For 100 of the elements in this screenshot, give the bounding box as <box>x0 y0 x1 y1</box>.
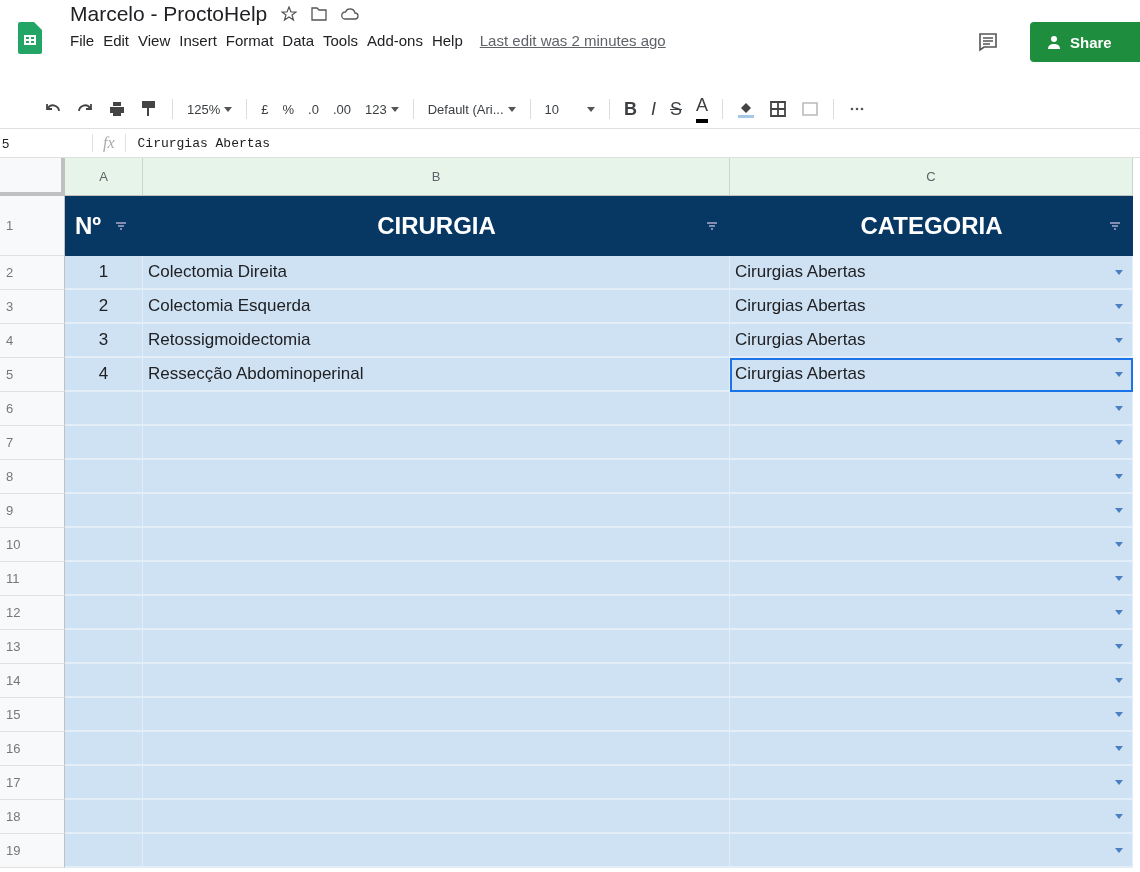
fill-color-icon[interactable] <box>737 100 756 118</box>
dropdown-caret-icon[interactable] <box>1114 304 1124 310</box>
star-icon[interactable] <box>281 6 298 22</box>
column-header[interactable]: B <box>143 158 730 196</box>
dropdown-cell[interactable] <box>730 664 1133 698</box>
dropdown-cell[interactable] <box>730 494 1133 528</box>
row-header[interactable]: 14 <box>0 664 65 698</box>
dropdown-cell[interactable] <box>730 800 1133 834</box>
dropdown-cell[interactable] <box>730 596 1133 630</box>
currency-button[interactable]: £ <box>261 101 269 117</box>
filter-icon[interactable] <box>706 220 718 232</box>
dropdown-caret-icon[interactable] <box>1114 678 1124 684</box>
row-header[interactable]: 11 <box>0 562 65 596</box>
font-dropdown[interactable]: Default (Ari... <box>427 101 516 117</box>
row-header[interactable]: 12 <box>0 596 65 630</box>
document-title[interactable]: Marcelo - ProctoHelp <box>70 2 268 26</box>
column-header[interactable]: C <box>730 158 1133 196</box>
cloud-icon[interactable] <box>341 7 360 21</box>
merge-cells-icon[interactable] <box>801 100 820 118</box>
menu-item[interactable]: Insert <box>179 32 217 49</box>
dropdown-cell[interactable]: Cirurgias Abertas <box>730 256 1133 290</box>
row-header[interactable]: 6 <box>0 392 65 426</box>
zoom-dropdown[interactable]: 125% <box>187 101 233 117</box>
column-header[interactable]: A <box>65 158 143 196</box>
dropdown-caret-icon[interactable] <box>1114 814 1124 820</box>
dropdown-caret-icon[interactable] <box>1114 746 1124 752</box>
formula-input[interactable]: Cirurgias Abertas <box>135 134 640 152</box>
row-header[interactable]: 9 <box>0 494 65 528</box>
paint-format-icon[interactable] <box>140 100 158 118</box>
row-header[interactable]: 3 <box>0 290 65 324</box>
percent-button[interactable]: % <box>282 101 295 117</box>
increase-decimal-button[interactable]: .00 <box>332 101 351 117</box>
decrease-decimal-button[interactable]: .0 <box>308 101 319 117</box>
menu-item[interactable]: Format <box>225 32 274 49</box>
row-header[interactable]: 5 <box>0 358 65 392</box>
row-header[interactable]: 7 <box>0 426 65 460</box>
dropdown-cell[interactable]: Cirurgias Abertas <box>730 324 1133 358</box>
row-header[interactable]: 8 <box>0 460 65 494</box>
dropdown-cell[interactable] <box>730 834 1133 868</box>
select-all-corner[interactable] <box>0 158 65 196</box>
dropdown-caret-icon[interactable] <box>1114 338 1124 344</box>
filter-icon[interactable] <box>115 220 128 232</box>
comment-icon[interactable] <box>978 32 998 52</box>
menu-item[interactable]: Edit <box>103 32 130 49</box>
dropdown-caret-icon[interactable] <box>1114 712 1124 718</box>
dropdown-cell[interactable] <box>730 698 1133 732</box>
dropdown-cell[interactable] <box>730 732 1133 766</box>
row-header[interactable]: 10 <box>0 528 65 562</box>
dropdown-caret-icon[interactable] <box>1114 406 1124 412</box>
cell-reference[interactable]: 5 <box>0 135 92 151</box>
dropdown-cell[interactable] <box>730 392 1133 426</box>
row-header[interactable]: 15 <box>0 698 65 732</box>
dropdown-cell[interactable] <box>730 630 1133 664</box>
dropdown-caret-icon[interactable] <box>1114 372 1124 378</box>
row-header[interactable]: 1 <box>0 196 65 256</box>
dropdown-cell[interactable]: Cirurgias Abertas <box>730 290 1133 324</box>
menu-item[interactable]: Add-ons <box>367 32 423 49</box>
dropdown-cell[interactable] <box>730 562 1133 596</box>
filter-icon[interactable] <box>1109 220 1121 232</box>
font-size-dropdown[interactable]: 10 <box>544 101 595 117</box>
menu-item[interactable]: Help <box>431 32 463 49</box>
italic-button[interactable]: I <box>651 98 656 120</box>
row-header[interactable]: 16 <box>0 732 65 766</box>
dropdown-cell[interactable] <box>730 766 1133 800</box>
dropdown-caret-icon[interactable] <box>1114 610 1124 616</box>
dropdown-cell[interactable]: Cirurgias Abertas <box>730 358 1133 392</box>
dropdown-cell[interactable] <box>730 528 1133 562</box>
sheets-logo[interactable] <box>18 22 42 54</box>
dropdown-caret-icon[interactable] <box>1114 474 1124 480</box>
number-format-dropdown[interactable]: 123 <box>364 101 399 117</box>
row-header[interactable]: 19 <box>0 834 65 868</box>
dropdown-caret-icon[interactable] <box>1114 848 1124 854</box>
row-header[interactable]: 4 <box>0 324 65 358</box>
table-cell: Colectomia Direita <box>143 256 730 290</box>
borders-icon[interactable] <box>769 100 788 118</box>
dropdown-cell[interactable] <box>730 460 1133 494</box>
table-cell: Retossigmoidectomia <box>143 324 730 358</box>
share-button[interactable]: Share <box>1030 22 1140 62</box>
row-header[interactable]: 2 <box>0 256 65 290</box>
row-header[interactable]: 17 <box>0 766 65 800</box>
dropdown-caret-icon[interactable] <box>1114 644 1124 650</box>
dropdown-caret-icon[interactable] <box>1114 440 1124 446</box>
menu-item[interactable]: Data <box>282 32 314 49</box>
dropdown-caret-icon[interactable] <box>1114 576 1124 582</box>
dropdown-caret-icon[interactable] <box>1114 780 1124 786</box>
dropdown-caret-icon[interactable] <box>1114 270 1124 276</box>
last-edit-link[interactable]: Last edit was 2 minutes ago <box>479 32 666 49</box>
strikethrough-button[interactable]: S <box>670 98 683 120</box>
dropdown-caret-icon[interactable] <box>1114 542 1124 548</box>
bold-button[interactable]: B <box>624 98 637 120</box>
row-header[interactable]: 18 <box>0 800 65 834</box>
row-header[interactable]: 13 <box>0 630 65 664</box>
folder-icon[interactable] <box>311 7 328 21</box>
text-color-button[interactable]: A <box>696 95 709 123</box>
dropdown-caret-icon[interactable] <box>1114 508 1124 514</box>
print-icon[interactable] <box>108 100 126 118</box>
menu-item[interactable]: File <box>70 32 95 49</box>
menu-item[interactable]: Tools <box>323 32 359 49</box>
menu-item[interactable]: View <box>138 32 171 49</box>
dropdown-cell[interactable] <box>730 426 1133 460</box>
